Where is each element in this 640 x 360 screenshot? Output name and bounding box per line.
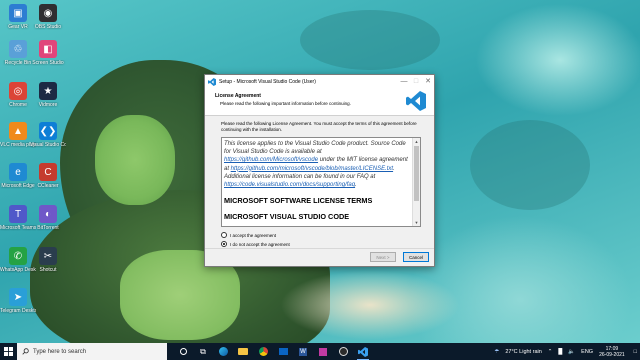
chrome-taskbar-icon[interactable]	[253, 343, 273, 360]
search-icon	[22, 348, 29, 355]
word-icon[interactable]: W	[293, 343, 313, 360]
desktop-icon[interactable]: C CCleaner	[30, 163, 66, 189]
desktop-icon-label: Screen Studio	[32, 60, 64, 66]
paint-icon[interactable]	[313, 343, 333, 360]
dialog-title: Setup - Microsoft Visual Studio Code (Us…	[219, 79, 316, 85]
desktop-icon[interactable]: ➤ Telegram Desktop	[0, 288, 36, 314]
network-icon[interactable]: █	[558, 349, 562, 355]
obs-taskbar-icon[interactable]	[333, 343, 353, 360]
cortana-icon[interactable]	[173, 343, 193, 360]
accept-radio[interactable]: I accept the agreement	[221, 232, 424, 238]
app-icon: T	[9, 205, 27, 223]
minimize-button[interactable]: —	[398, 75, 410, 89]
search-placeholder: Type here to search	[33, 348, 87, 355]
decline-radio-label: I do not accept the agreement	[230, 241, 290, 247]
dialog-header: License Agreement Please read the follow…	[205, 89, 434, 116]
desktop-icon-label: Shotcut	[39, 267, 57, 273]
hidden-icons-chevron-icon[interactable]: ⌃	[548, 349, 553, 355]
file-explorer-icon[interactable]	[233, 343, 253, 360]
cancel-button[interactable]: Cancel	[403, 252, 429, 262]
app-icon: ▲	[9, 122, 27, 140]
task-view-icon[interactable]: ⧉	[193, 343, 213, 360]
intro-text: Please read the following License Agreem…	[221, 121, 417, 132]
desktop-icon-label: OBS Studio	[34, 24, 62, 30]
clock[interactable]: 17:09 26-09-2021	[599, 346, 625, 358]
system-tray: ☂ 27°C Light rain ⌃ █ 🔈 ENG 17:09 26-09-…	[491, 343, 640, 360]
app-icon: ★	[39, 82, 57, 100]
weather-icon[interactable]: ☂	[494, 349, 499, 355]
close-button[interactable]: ✕	[422, 75, 434, 89]
scroll-down-icon[interactable]: ▼	[413, 219, 420, 226]
app-icon: ❮❯	[39, 122, 57, 140]
notification-icon[interactable]: □	[634, 349, 637, 355]
taskbar: Type here to search ⧉ W ☂ 27°C Light rai…	[0, 343, 640, 360]
app-icon: ♲	[9, 40, 27, 58]
dialog-titlebar[interactable]: Setup - Microsoft Visual Studio Code (Us…	[205, 75, 434, 89]
app-icon: ✆	[9, 247, 27, 265]
license-heading-2: MICROSOFT VISUAL STUDIO CODE	[224, 212, 350, 221]
edge-taskbar-icon[interactable]	[213, 343, 233, 360]
desktop-icon[interactable]: ❮❯ Visual Studio Code	[30, 122, 66, 148]
desktop-icon[interactable]: ✂ Shotcut	[30, 247, 66, 273]
source-code-link[interactable]: https://github.com/Microsoft/vscode	[224, 157, 318, 163]
start-button[interactable]	[0, 343, 17, 360]
accept-radio-label: I accept the agreement	[230, 232, 277, 238]
weather-text[interactable]: 27°C Light rain	[505, 349, 541, 355]
faq-link[interactable]: https://code.visualstudio.com/docs/suppo…	[224, 182, 355, 188]
scroll-up-icon[interactable]: ▲	[413, 138, 420, 145]
taskbar-search-box[interactable]: Type here to search	[17, 343, 167, 360]
header-title: License Agreement	[215, 93, 261, 99]
app-icon: ▣	[9, 4, 27, 22]
app-icon: C	[39, 163, 57, 181]
clock-date: 26-09-2021	[599, 351, 625, 358]
vscode-app-icon	[208, 78, 216, 86]
app-icon: ✂	[39, 247, 57, 265]
accept-radio-button[interactable]	[221, 232, 227, 238]
language-indicator[interactable]: ENG	[581, 349, 593, 355]
app-icon: e	[9, 163, 27, 181]
scroll-thumb[interactable]	[414, 146, 419, 201]
desktop-icon-label: Visual Studio Code	[30, 142, 66, 148]
desktop-icon-label: Telegram Desktop	[0, 308, 36, 314]
next-button[interactable]: Next >	[370, 252, 396, 262]
mit-license-link[interactable]: https://github.com/microsoft/vscode/blob…	[231, 166, 393, 172]
maximize-button[interactable]: □	[410, 75, 422, 89]
dialog-footer: Next > Cancel	[205, 248, 434, 266]
vscode-taskbar-icon[interactable]	[353, 343, 373, 360]
app-icon: ➤	[9, 288, 27, 306]
desktop-icon-label: Vidmore	[38, 102, 58, 108]
app-icon: ◎	[9, 82, 27, 100]
desktop-icon[interactable]: ◧ Screen Studio	[30, 40, 66, 66]
desktop-icon[interactable]: ◐ BitTorrent	[30, 205, 66, 231]
mail-icon[interactable]	[273, 343, 293, 360]
license-textbox[interactable]: This license applies to the Visual Studi…	[221, 137, 421, 227]
desktop-icon-label: CCleaner	[37, 183, 59, 189]
desktop-icon-label: BitTorrent	[37, 225, 59, 231]
header-subtitle: Please read the following important info…	[220, 101, 351, 106]
setup-dialog: Setup - Microsoft Visual Studio Code (Us…	[204, 74, 435, 267]
app-icon: ◐	[39, 205, 57, 223]
decline-radio-button[interactable]	[221, 241, 227, 247]
decline-radio[interactable]: I do not accept the agreement	[221, 241, 424, 247]
app-icon: ◧	[39, 40, 57, 58]
license-paragraph: This license applies to the Visual Studi…	[224, 141, 408, 189]
license-scrollbar[interactable]: ▲ ▼	[412, 138, 420, 226]
license-heading-1: MICROSOFT SOFTWARE LICENSE TERMS	[224, 196, 373, 205]
desktop-icon[interactable]: ◉ OBS Studio	[30, 4, 66, 30]
windows-icon	[4, 347, 13, 356]
volume-icon[interactable]: 🔈	[568, 349, 575, 355]
vscode-logo-icon	[406, 91, 426, 111]
app-icon: ◉	[39, 4, 57, 22]
desktop-icon[interactable]: ★ Vidmore	[30, 82, 66, 108]
